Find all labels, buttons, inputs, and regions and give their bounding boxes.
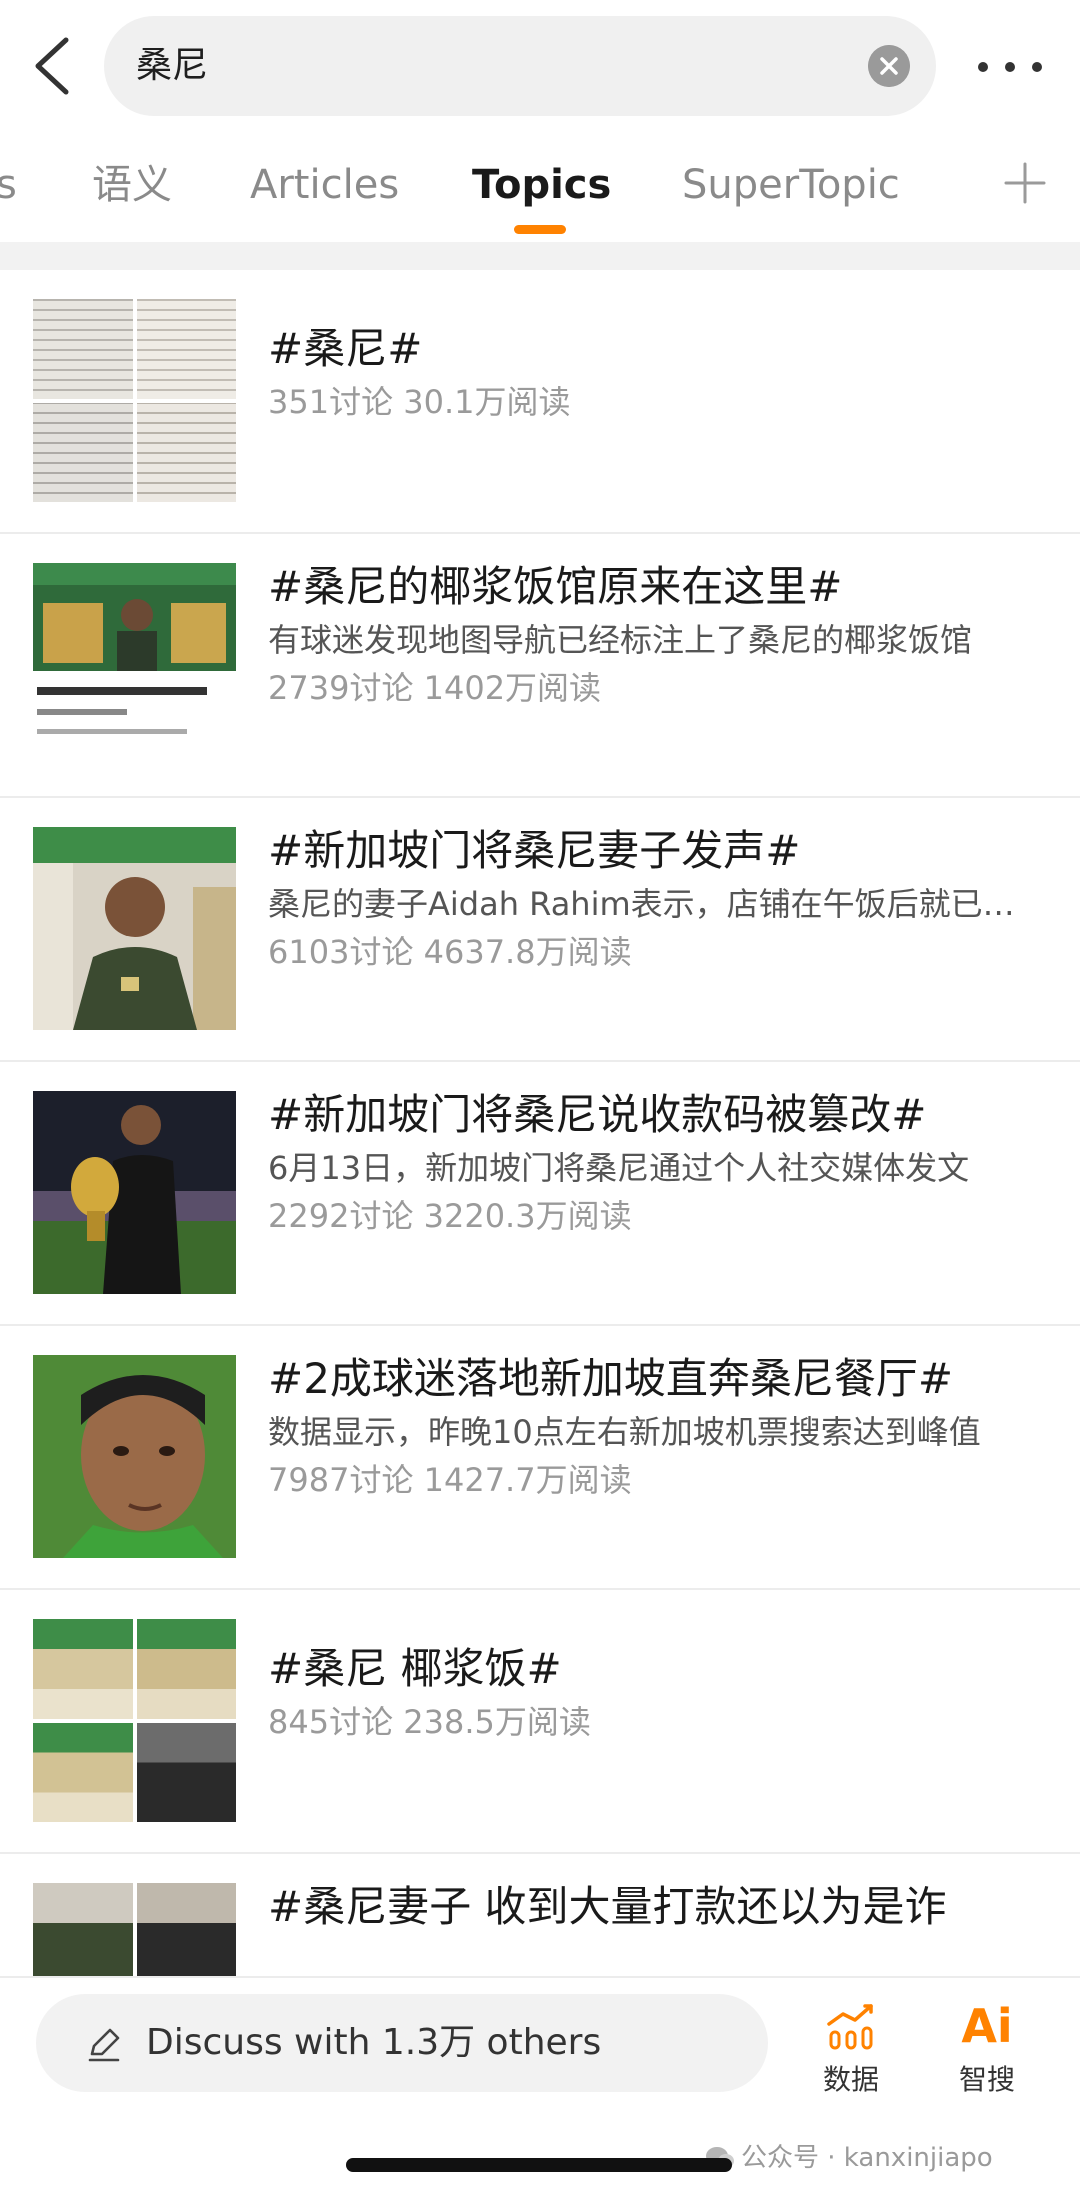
bar-chart-icon — [827, 2004, 873, 2050]
search-header: 桑尼 — [0, 0, 1080, 132]
watermark-text: 公众号 · kanxinjiapo — [741, 2143, 993, 2173]
topic-thumbnail — [33, 299, 236, 502]
search-query-text[interactable]: 桑尼 — [136, 16, 208, 116]
more-horizontal-icon[interactable] — [976, 46, 1044, 86]
topic-result-row[interactable]: #桑尼妻子 收到大量打款还以为是诈 — [0, 1854, 1080, 1976]
tab-articles[interactable]: Articles — [250, 132, 399, 238]
topic-stats: 2292讨论 3220.3万阅读 — [268, 1197, 632, 1235]
topic-description: 桑尼的妻子Aidah Rahim表示，店铺在午饭后就已售罄 — [268, 885, 1044, 923]
topic-result-row[interactable]: #2成球迷落地新加坡直奔桑尼餐厅# 数据显示，昨晚10点左右新加坡机票搜索达到峰… — [0, 1326, 1080, 1590]
topic-thumbnail — [33, 1883, 236, 1976]
tab-partial[interactable]: s — [0, 132, 17, 238]
topic-result-row[interactable]: #新加坡门将桑尼说收款码被篡改# 6月13日，新加坡门将桑尼通过个人社交媒体发文… — [0, 1062, 1080, 1326]
topic-stats: 845讨论 238.5万阅读 — [268, 1703, 591, 1741]
discuss-label: Discuss with 1.3万 others — [146, 2022, 602, 2063]
topic-result-row[interactable]: #桑尼的椰浆饭馆原来在这里# 有球迷发现地图导航已经标注上了桑尼的椰浆饭馆 27… — [0, 534, 1080, 798]
chevron-left-icon[interactable] — [28, 34, 76, 98]
data-button[interactable]: 数据 — [796, 1998, 906, 2098]
plus-icon[interactable] — [1000, 158, 1050, 208]
topic-result-row[interactable]: #新加坡门将桑尼妻子发声# 桑尼的妻子Aidah Rahim表示，店铺在午饭后就… — [0, 798, 1080, 1062]
topic-description: 6月13日，新加坡门将桑尼通过个人社交媒体发文 — [268, 1149, 970, 1187]
ai-search-label: 智搜 — [958, 2063, 1015, 2096]
topic-title: #2成球迷落地新加坡直奔桑尼餐厅# — [268, 1354, 954, 1403]
tab-topics[interactable]: Topics — [472, 132, 611, 238]
tab-semantic[interactable]: 语义 — [92, 132, 172, 238]
topic-stats: 2739讨论 1402万阅读 — [268, 669, 602, 707]
topic-thumbnail — [33, 1355, 236, 1558]
topic-thumbnail — [33, 1619, 236, 1822]
topic-thumbnail — [33, 827, 236, 1030]
close-circle-icon[interactable] — [868, 45, 910, 87]
topic-result-list: #桑尼# 351讨论 30.1万阅读 #桑尼的椰浆饭馆原来在这里# 有球迷发现地… — [0, 270, 1080, 1976]
topic-thumbnail — [33, 1091, 236, 1294]
filter-tab-bar: s 语义 Articles Topics SuperTopic — [0, 132, 1080, 242]
topic-description: 数据显示，昨晚10点左右新加坡机票搜索达到峰值 — [268, 1413, 981, 1451]
discuss-button[interactable]: Discuss with 1.3万 others — [36, 1994, 768, 2092]
topic-title: #桑尼妻子 收到大量打款还以为是诈 — [268, 1882, 947, 1931]
data-label: 数据 — [822, 2063, 879, 2096]
ai-search-icon: Ai — [961, 1999, 1013, 2053]
section-divider — [0, 242, 1080, 270]
topic-description: 有球迷发现地图导航已经标注上了桑尼的椰浆饭馆 — [268, 621, 973, 659]
topic-title: #新加坡门将桑尼妻子发声# — [268, 826, 801, 875]
topic-result-row[interactable]: #桑尼 椰浆饭# 845讨论 238.5万阅读 — [0, 1590, 1080, 1854]
topic-title: #桑尼 椰浆饭# — [268, 1644, 562, 1693]
topic-stats: 6103讨论 4637.8万阅读 — [268, 933, 632, 971]
active-tab-indicator — [514, 225, 566, 234]
tab-supertopic[interactable]: SuperTopic — [682, 132, 900, 238]
search-input[interactable]: 桑尼 — [104, 16, 936, 116]
watermark: 公众号 · kanxinjiapo — [705, 2137, 993, 2174]
topic-title: #桑尼的椰浆饭馆原来在这里# — [268, 562, 843, 611]
topic-title: #桑尼# — [268, 324, 423, 373]
topic-result-row[interactable]: #桑尼# 351讨论 30.1万阅读 — [0, 270, 1080, 534]
topic-thumbnail — [33, 563, 236, 766]
topic-stats: 351讨论 30.1万阅读 — [268, 383, 571, 421]
topic-title: #新加坡门将桑尼说收款码被篡改# — [268, 1090, 927, 1139]
home-indicator[interactable] — [346, 2158, 732, 2172]
topic-stats: 7987讨论 1427.7万阅读 — [268, 1461, 632, 1499]
edit-pencil-icon — [88, 2028, 120, 2062]
ai-search-button[interactable]: Ai 智搜 — [932, 1998, 1042, 2098]
